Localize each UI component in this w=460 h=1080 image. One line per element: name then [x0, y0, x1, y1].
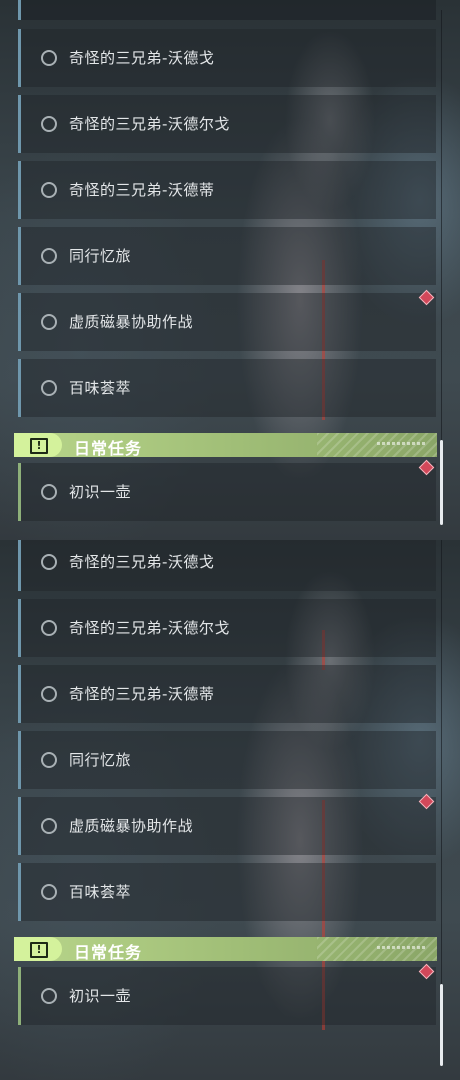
quest-label: 奇怪的三兄弟-沃德戈	[69, 49, 215, 67]
status-circle-icon	[41, 620, 57, 636]
quest-row-partial[interactable]	[18, 0, 436, 20]
row-accent-bar	[18, 29, 21, 87]
quest-label: 初识一壶	[69, 987, 132, 1005]
quest-row[interactable]: 虚质磁暴协助作战	[18, 293, 436, 351]
quest-row[interactable]: 同行忆旅	[18, 731, 436, 789]
daily-quest-row[interactable]: 初识一壶	[18, 463, 436, 521]
row-accent-bar	[18, 731, 21, 789]
status-circle-icon	[41, 686, 57, 702]
quest-row[interactable]: 百味荟萃	[18, 863, 436, 921]
header-decoration	[377, 946, 427, 949]
quest-label: 奇怪的三兄弟-沃德戈	[69, 553, 215, 571]
row-accent-bar	[18, 540, 21, 591]
status-circle-icon	[41, 182, 57, 198]
status-circle-icon	[41, 380, 57, 396]
status-circle-icon	[41, 554, 57, 570]
quest-label: 奇怪的三兄弟-沃德蒂	[69, 685, 215, 703]
quest-row[interactable]: 奇怪的三兄弟-沃德尔戈	[18, 599, 436, 657]
row-accent-bar	[18, 863, 21, 921]
row-accent-bar	[18, 359, 21, 417]
status-circle-icon	[41, 884, 57, 900]
quest-label: 百味荟萃	[69, 379, 132, 397]
quest-panel-bottom: 奇怪的三兄弟-沃德戈 奇怪的三兄弟-沃德尔戈 奇怪的三兄弟-沃德蒂 同行忆旅 虚…	[0, 540, 460, 1080]
section-icon-badge: !	[14, 937, 62, 961]
scrollbar-thumb[interactable]	[440, 984, 443, 1066]
quest-row[interactable]: 奇怪的三兄弟-沃德戈	[18, 29, 436, 87]
quest-row[interactable]: 奇怪的三兄弟-沃德蒂	[18, 665, 436, 723]
quest-row[interactable]: 百味荟萃	[18, 359, 436, 417]
status-circle-icon	[41, 752, 57, 768]
row-accent-bar	[18, 665, 21, 723]
row-accent-bar	[18, 227, 21, 285]
exclamation-icon: !	[30, 942, 48, 958]
section-header-daily[interactable]: ! 日常任务	[14, 433, 437, 457]
section-title: 日常任务	[74, 943, 143, 961]
exclamation-icon: !	[30, 438, 48, 454]
header-decoration	[377, 442, 427, 445]
row-accent-bar	[18, 797, 21, 855]
quest-label: 同行忆旅	[69, 247, 132, 265]
row-accent-bar	[18, 161, 21, 219]
quest-label: 奇怪的三兄弟-沃德蒂	[69, 181, 215, 199]
status-circle-icon	[41, 988, 57, 1004]
status-circle-icon	[41, 314, 57, 330]
row-accent-bar	[18, 463, 21, 521]
status-circle-icon	[41, 50, 57, 66]
quest-label: 同行忆旅	[69, 751, 132, 769]
quest-panel-top: 奇怪的三兄弟-沃德戈 奇怪的三兄弟-沃德尔戈 奇怪的三兄弟-沃德蒂 同行忆旅 虚…	[0, 0, 460, 540]
quest-label: 初识一壶	[69, 483, 132, 501]
row-accent-bar	[18, 0, 21, 20]
status-circle-icon	[41, 248, 57, 264]
quest-row[interactable]: 奇怪的三兄弟-沃德戈	[18, 540, 436, 591]
header-stripes	[317, 433, 437, 457]
status-circle-icon	[41, 116, 57, 132]
row-accent-bar	[18, 95, 21, 153]
quest-label: 虚质磁暴协助作战	[69, 817, 194, 835]
section-title: 日常任务	[74, 439, 143, 457]
row-accent-bar	[18, 599, 21, 657]
row-accent-bar	[18, 293, 21, 351]
quest-row[interactable]: 奇怪的三兄弟-沃德尔戈	[18, 95, 436, 153]
section-header-daily[interactable]: ! 日常任务	[14, 937, 437, 961]
quest-row[interactable]: 同行忆旅	[18, 227, 436, 285]
section-icon-badge: !	[14, 433, 62, 457]
scrollbar-thumb[interactable]	[440, 440, 443, 525]
quest-row[interactable]: 奇怪的三兄弟-沃德蒂	[18, 161, 436, 219]
quest-label: 虚质磁暴协助作战	[69, 313, 194, 331]
quest-label: 百味荟萃	[69, 883, 132, 901]
daily-quest-row[interactable]: 初识一壶	[18, 967, 436, 1025]
status-circle-icon	[41, 818, 57, 834]
quest-label: 奇怪的三兄弟-沃德尔戈	[69, 619, 230, 637]
status-circle-icon	[41, 484, 57, 500]
quest-label: 奇怪的三兄弟-沃德尔戈	[69, 115, 230, 133]
header-stripes	[317, 937, 437, 961]
quest-row[interactable]: 虚质磁暴协助作战	[18, 797, 436, 855]
row-accent-bar	[18, 967, 21, 1025]
